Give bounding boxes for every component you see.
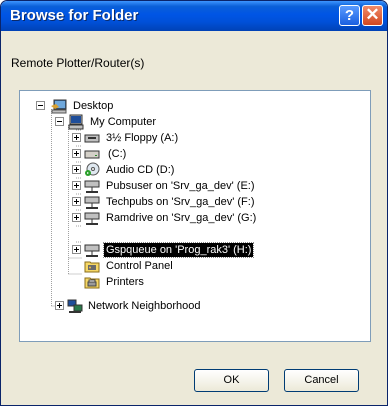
control-panel-icon [84,261,100,273]
network-drive-icon [84,244,100,257]
network-icon [67,299,83,313]
hard-drive-icon [84,150,100,159]
computer-icon [68,114,84,130]
expand-icon[interactable] [72,197,81,206]
expand-icon[interactable] [72,133,81,142]
title-bar[interactable]: Browse for Folder ? ✕ [1,1,387,31]
expand-icon[interactable] [55,301,64,310]
tree-item-drive-e[interactable]: Pubsuser on 'Srv_ga_dev' (E:) [20,178,360,194]
tree-item-label: 3½ Floppy (A:) [106,132,179,144]
printer-folder-icon [84,277,100,289]
tree-item-label: Network Neighborhood [88,300,201,312]
tree-item-label: (C:) [108,148,127,160]
help-button[interactable]: ? [339,5,360,26]
tree-item-drive-h[interactable]: Gspqueue on 'Prog_rak3' (H:) [20,242,360,258]
tree-item-label: Pubsuser on 'Srv_ga_dev' (E:) [106,180,255,192]
cancel-button[interactable]: Cancel [284,369,359,392]
tree-item-drive-f[interactable]: Techpubs on 'Srv_ga_dev' (F:) [20,194,360,210]
tree-item-printers[interactable]: Printers [20,274,360,290]
tree-item-label: Control Panel [106,260,173,272]
expand-icon[interactable] [72,213,81,222]
expand-icon[interactable] [72,149,81,158]
tree-item-label: Printers [106,276,144,288]
tree-item-network-neighborhood[interactable]: Network Neighborhood [20,298,360,314]
network-drive-icon [84,212,100,225]
tree-item-my-computer[interactable]: My Computer [20,114,360,130]
folder-tree[interactable]: Desktop My Computer 3½ Floppy (A:) (C:) … [19,90,371,342]
dialog-description: Remote Plotter/Router(s) [11,56,145,70]
expand-icon[interactable] [72,165,81,174]
collapse-icon[interactable] [55,117,64,126]
tree-item-drive-c[interactable]: (C:) [20,146,360,162]
tree-item-floppy-a[interactable]: 3½ Floppy (A:) [20,130,360,146]
ok-button[interactable]: OK [194,369,269,392]
tree-item-drive-g[interactable]: Ramdrive on 'Srv_ga_dev' (G:) [20,210,360,226]
tree-item-desktop[interactable]: Desktop [20,98,360,114]
desktop-icon [51,99,67,114]
collapse-icon[interactable] [36,101,45,110]
browse-for-folder-dialog: Browse for Folder ? ✕ Remote Plotter/Rou… [0,0,388,406]
network-drive-icon [84,196,100,209]
tree-item-label: My Computer [90,116,157,128]
tree-item-control-panel[interactable]: Control Panel [20,258,360,274]
tree-item-label: Techpubs on 'Srv_ga_dev' (F:) [106,196,255,208]
tree-item-label: Gspqueue on 'Prog_rak3' (H:) [102,242,255,258]
network-drive-icon [84,180,100,193]
tree-item-audio-cd[interactable]: Audio CD (D:) [20,162,360,178]
tree-item-label: Desktop [73,100,114,112]
close-button[interactable]: ✕ [362,5,383,26]
tree-item-label: Ramdrive on 'Srv_ga_dev' (G:) [106,212,257,224]
expand-icon[interactable] [72,181,81,190]
floppy-drive-icon [84,134,100,143]
window-title: Browse for Folder [10,7,139,24]
expand-icon[interactable] [72,245,81,254]
tree-item-label: Audio CD (D:) [106,164,175,176]
cd-drive-icon [85,162,100,176]
